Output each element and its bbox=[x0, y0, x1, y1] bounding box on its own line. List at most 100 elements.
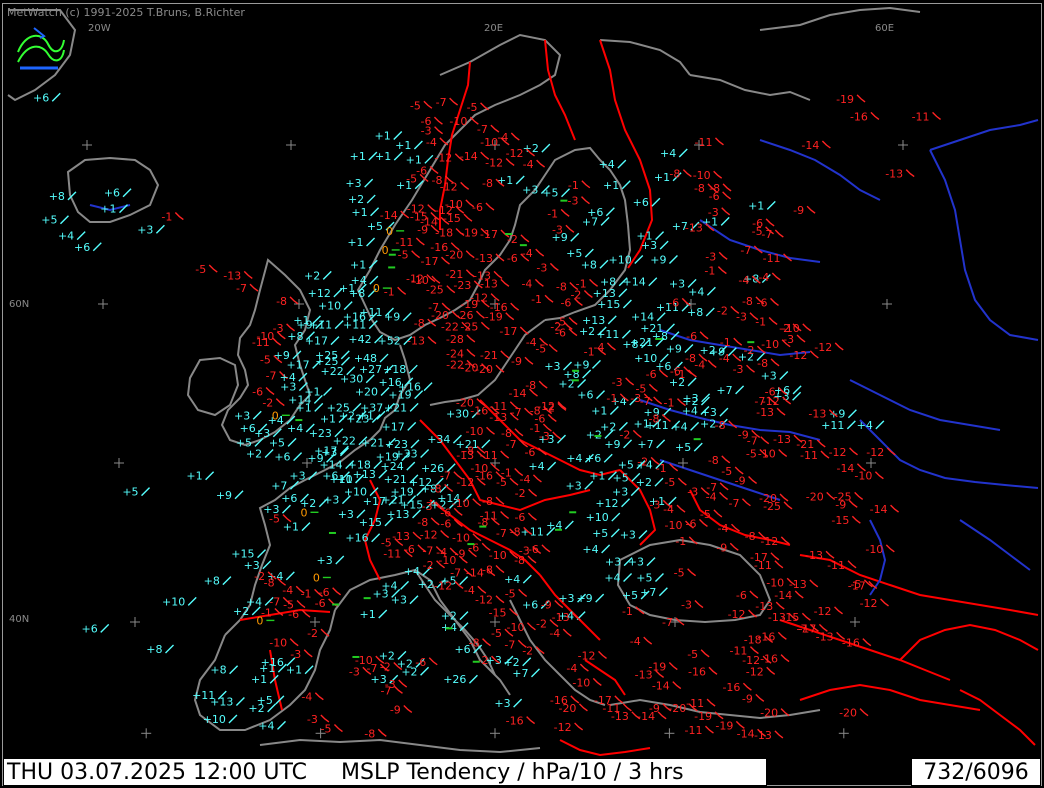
tendency-value: -15 bbox=[443, 212, 461, 225]
tendency-value: -8 bbox=[482, 564, 493, 577]
tendency-value: -8 bbox=[276, 295, 287, 308]
tendency-value: -13 bbox=[611, 710, 629, 723]
tendency-value: +2 bbox=[246, 447, 262, 460]
tendency-value: -5 bbox=[410, 99, 421, 112]
tendency-value: -12 bbox=[860, 597, 878, 610]
tendency-value: -8 bbox=[510, 525, 521, 538]
tendency-value: +3 bbox=[620, 529, 636, 542]
tendency-value: -19 bbox=[715, 719, 733, 732]
tendency-value: +1 bbox=[293, 314, 309, 327]
tendency-value: -4 bbox=[301, 691, 312, 704]
tendency-value: -14 bbox=[380, 209, 398, 222]
tendency-value: +6 bbox=[633, 196, 649, 209]
tendency-value: -5 bbox=[850, 578, 861, 591]
tendency-value: -18 bbox=[744, 633, 762, 646]
tendency-value: -7 bbox=[662, 616, 673, 629]
tendency-value: -13 bbox=[223, 269, 241, 282]
tendency-value: -12 bbox=[407, 203, 425, 216]
tendency-value: -12 bbox=[728, 608, 746, 621]
tendency-value: +11 bbox=[596, 328, 619, 341]
tendency-value: +1 bbox=[375, 150, 391, 163]
tendency-value: -12 bbox=[814, 605, 832, 618]
tendency-value: -13 bbox=[407, 335, 425, 348]
tendency-value: -4 bbox=[464, 584, 475, 597]
tendency-value: +1 bbox=[360, 608, 376, 621]
tendency-value: +3 bbox=[761, 370, 777, 383]
tendency-value: -22 bbox=[441, 320, 459, 333]
tendency-value: +1 bbox=[351, 206, 367, 219]
tendency-value: -20 bbox=[839, 707, 857, 720]
tendency-value: -12 bbox=[866, 446, 884, 459]
tendency-value: +4 bbox=[287, 422, 303, 435]
tendency-value: +4 bbox=[504, 573, 520, 586]
tendency-value: -4 bbox=[718, 522, 729, 535]
tendency-value: +5 bbox=[618, 459, 634, 472]
tendency-value: +8 bbox=[49, 190, 65, 203]
tendency-value: +52 bbox=[378, 335, 401, 348]
tendency-value: -2 bbox=[423, 559, 434, 572]
tendency-value: +8 bbox=[600, 276, 616, 289]
tendency-value: +24 bbox=[381, 460, 404, 473]
tendency-value: +5 bbox=[542, 187, 558, 200]
tendency-value: -1 bbox=[261, 606, 272, 619]
tendency-value: +13 bbox=[593, 287, 616, 300]
tendency-value: -3 bbox=[708, 206, 719, 219]
tendency-value: +8 bbox=[581, 258, 597, 271]
tendency-value: -8 bbox=[364, 727, 375, 740]
tendency-value: -4 bbox=[719, 352, 730, 365]
tendency-value: -4 bbox=[282, 584, 293, 597]
tendency-value: -16 bbox=[475, 470, 493, 483]
tendency-value: -8 bbox=[514, 554, 525, 567]
tendency-value: -11 bbox=[695, 136, 713, 149]
tendency-value: +9 bbox=[274, 349, 290, 362]
tendency-value: +5 bbox=[41, 214, 57, 227]
tendency-value: +17 bbox=[314, 444, 337, 457]
tendency-value: -6 bbox=[288, 608, 299, 621]
tendency-value: +30 bbox=[340, 373, 363, 386]
tendency-value: +3 bbox=[628, 556, 644, 569]
tendency-value: +21 bbox=[361, 436, 384, 449]
tendency-value: -12 bbox=[434, 579, 452, 592]
tendency-value: -1 bbox=[384, 285, 395, 298]
tendency-value: -6 bbox=[686, 330, 697, 343]
tendency-value: +6 bbox=[81, 622, 97, 635]
tendency-value: -4 bbox=[738, 274, 749, 287]
tendency-value: -7 bbox=[428, 301, 439, 314]
tendency-value: +5 bbox=[269, 436, 285, 449]
tendency-value: +6 bbox=[281, 492, 297, 505]
tendency-value: -8 bbox=[742, 295, 753, 308]
tendency-value: -5 bbox=[195, 263, 206, 276]
lon-label-20e: 20E bbox=[484, 23, 503, 34]
tendency-value: -3 bbox=[385, 678, 396, 691]
tendency-value: -7 bbox=[761, 228, 772, 241]
tendency-value: +15 bbox=[359, 516, 382, 529]
tendency-value: -8 bbox=[431, 482, 442, 495]
tendency-value: +5 bbox=[613, 471, 629, 484]
tendency-value: -7 bbox=[504, 638, 515, 651]
tendency-value: +2 bbox=[600, 420, 616, 433]
tendency-value: -3 bbox=[649, 498, 660, 511]
tendency-value: +1 bbox=[350, 258, 366, 271]
tendency-value: +3 bbox=[280, 381, 296, 394]
tendency-value: -7 bbox=[511, 406, 522, 419]
tendency-value: +4 bbox=[58, 230, 74, 243]
tendency-value: +3 bbox=[566, 479, 582, 492]
tendency-value: -3 bbox=[733, 363, 744, 376]
tendency-value: +4 bbox=[404, 565, 420, 578]
tendency-value: -2 bbox=[380, 661, 391, 674]
tendency-value: -12 bbox=[578, 649, 596, 662]
valid-time: THU 03.07.2025 12:00 UTC bbox=[7, 760, 308, 785]
tendency-value: +10 bbox=[318, 300, 341, 313]
tendency-value: -6 bbox=[646, 368, 657, 381]
tendency-value: -3 bbox=[630, 392, 641, 405]
tendency-value: +3 bbox=[289, 470, 305, 483]
tendency-value: -13 bbox=[773, 433, 791, 446]
tendency-value: -10 bbox=[572, 676, 590, 689]
tendency-value: -20 bbox=[558, 702, 576, 715]
tendency-value: +6 bbox=[587, 206, 603, 219]
tendency-value: +7 bbox=[716, 384, 732, 397]
tendency-value: +9 bbox=[573, 358, 589, 371]
tendency-value: +2 bbox=[636, 476, 652, 489]
tendency-value: +5 bbox=[367, 220, 383, 233]
tendency-value: -17 bbox=[499, 325, 517, 338]
